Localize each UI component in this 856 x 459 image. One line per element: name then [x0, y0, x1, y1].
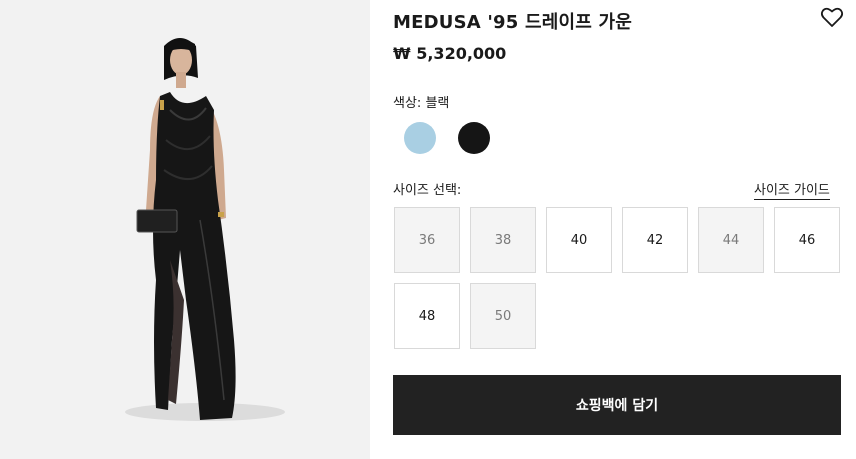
size-option-50[interactable]: 50 — [470, 283, 536, 349]
size-guide-link[interactable]: 사이즈 가이드 — [754, 179, 830, 200]
size-option-46[interactable]: 46 — [774, 207, 840, 273]
size-option-38[interactable]: 38 — [470, 207, 536, 273]
product-title: MEDUSA '95 드레이프 가운 — [393, 12, 632, 33]
color-swatch-black[interactable] — [458, 122, 490, 154]
wishlist-button[interactable] — [820, 6, 844, 28]
product-image[interactable] — [0, 0, 370, 459]
size-option-48[interactable]: 48 — [394, 283, 460, 349]
size-option-40[interactable]: 40 — [546, 207, 612, 273]
model-wearing-black-gown-illustration — [125, 38, 285, 421]
product-price: ₩ 5,320,000 — [393, 44, 507, 63]
color-swatch-light-blue[interactable] — [404, 122, 436, 154]
color-selection-label: 색상: 블랙 — [393, 92, 449, 111]
size-option-36[interactable]: 36 — [394, 207, 460, 273]
size-option-44[interactable]: 44 — [698, 207, 764, 273]
size-option-42[interactable]: 42 — [622, 207, 688, 273]
add-to-bag-button[interactable]: 쇼핑백에 담기 — [393, 375, 841, 435]
heart-icon — [820, 7, 844, 27]
selected-color-name: 블랙 — [425, 96, 450, 111]
color-label: 색상: — [393, 96, 422, 111]
size-select-label: 사이즈 선택: — [393, 183, 462, 198]
